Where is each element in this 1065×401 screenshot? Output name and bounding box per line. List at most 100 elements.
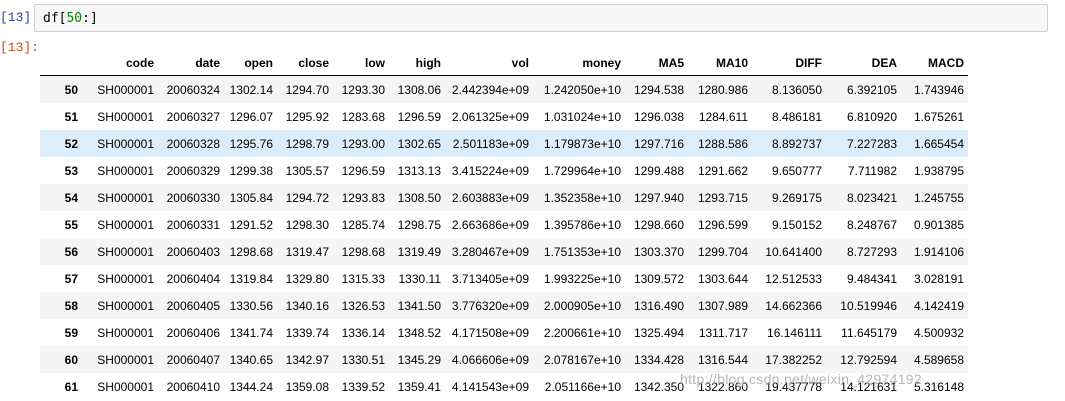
- table-cell: 1298.75: [397, 217, 441, 232]
- index-header: [40, 50, 88, 76]
- column-header: high: [389, 50, 445, 76]
- table-cell: 1.352358e+10: [543, 190, 621, 205]
- table-cell: SH000001: [97, 244, 154, 259]
- table-cell: 1325.494: [633, 325, 684, 340]
- row-index: 61: [64, 379, 78, 394]
- table-cell: 1.914106: [913, 244, 964, 259]
- table-cell: 2.000905e+10: [543, 298, 621, 313]
- table-cell: 1.751353e+10: [543, 244, 621, 259]
- table-row: 50 SH000001 20060324 1302.14 1294.70 1293.30 1…: [40, 75, 968, 103]
- table-cell: 1.031024e+10: [543, 109, 621, 124]
- table-cell: 1336.14: [341, 325, 385, 340]
- table-cell: 1305.57: [285, 163, 329, 178]
- table-cell: 4.142419: [913, 298, 964, 313]
- table-row: 52 SH000001 20060328 1295.76 1298.79 1293.00 1…: [40, 130, 968, 157]
- table-cell: SH000001: [97, 379, 154, 394]
- table-cell: 20060410: [166, 379, 220, 394]
- column-header: MACD: [901, 50, 968, 76]
- row-index: 56: [64, 244, 78, 259]
- table-cell: 2.200661e+10: [543, 325, 621, 340]
- table-cell: 1296.038: [633, 109, 684, 124]
- code-input-area[interactable]: df[50:]: [34, 4, 1048, 32]
- table-cell: 1.179873e+10: [543, 136, 621, 151]
- table-cell: 1283.68: [341, 109, 385, 124]
- table-cell: SH000001: [97, 217, 154, 232]
- table-row: 57 SH000001 20060404 1319.84 1329.80 1315.33 1…: [40, 265, 968, 292]
- table-cell: 1299.704: [697, 244, 748, 259]
- table-body: 50 SH000001 20060324 1302.14 1294.70 1293.30 1…: [40, 75, 968, 401]
- table-cell: 1319.49: [397, 244, 441, 259]
- table-cell: 1293.30: [341, 82, 385, 97]
- table-cell: 1302.65: [397, 136, 441, 151]
- column-header: DEA: [826, 50, 901, 76]
- table-cell: 1294.70: [285, 82, 329, 97]
- table-cell: 1293.83: [341, 190, 385, 205]
- table-cell: 1298.30: [285, 217, 329, 232]
- table-cell: 1308.50: [397, 190, 441, 205]
- table-row: 58 SH000001 20060405 1330.56 1340.16 1326.53 1…: [40, 292, 968, 319]
- table-cell: 1.245755: [913, 190, 964, 205]
- table-cell: 20060403: [166, 244, 220, 259]
- table-cell: 1296.599: [697, 217, 748, 232]
- dataframe-output: code date open close low high vol money …: [40, 50, 968, 400]
- row-index: 55: [64, 217, 78, 232]
- table-cell: 1340.16: [285, 298, 329, 313]
- table-cell: 1303.370: [633, 244, 684, 259]
- table-cell: 1302.14: [229, 82, 273, 97]
- table-cell: 1342.97: [285, 352, 329, 367]
- table-cell: 6.810920: [846, 109, 897, 124]
- table-cell: 2.051166e+10: [544, 379, 621, 394]
- table-cell: 1359.08: [285, 379, 329, 394]
- table-cell: 1299.38: [229, 163, 273, 178]
- table-cell: 1295.76: [229, 136, 273, 151]
- code-suffix: :]: [82, 11, 98, 26]
- table-cell: 12.792594: [840, 352, 897, 367]
- output-prompt: [13]:: [0, 40, 40, 55]
- table-cell: 1291.662: [697, 163, 748, 178]
- table-cell: 1344.24: [229, 379, 273, 394]
- table-cell: 1330.56: [229, 298, 273, 313]
- table-cell: SH000001: [97, 82, 154, 97]
- table-header: code date open close low high vol money …: [40, 50, 968, 76]
- table-cell: SH000001: [97, 271, 154, 286]
- table-cell: 16.146111: [767, 325, 822, 340]
- code-text[interactable]: df[50:]: [43, 11, 98, 26]
- table-row: 56 SH000001 20060403 1298.68 1319.47 1298.68 1…: [40, 238, 968, 265]
- table-cell: 17.382252: [765, 352, 822, 367]
- table-cell: 1.665454: [913, 136, 964, 151]
- table-cell: 8.023421: [846, 190, 897, 205]
- table-cell: 7.227283: [846, 136, 897, 151]
- table-cell: 1294.72: [285, 190, 329, 205]
- table-cell: 1284.611: [698, 109, 748, 124]
- table-cell: 1316.490: [633, 298, 684, 313]
- table-cell: 1309.572: [633, 271, 684, 286]
- table-cell: 1.729964e+10: [543, 163, 621, 178]
- table-cell: 11.645179: [841, 325, 897, 340]
- table-cell: SH000001: [97, 190, 154, 205]
- column-header: money: [533, 50, 625, 76]
- table-cell: 20060404: [166, 271, 220, 286]
- row-index: 57: [64, 271, 78, 286]
- table-cell: 1296.59: [341, 163, 385, 178]
- table-cell: 20060406: [166, 325, 220, 340]
- table-row: 55 SH000001 20060331 1291.52 1298.30 1285.74 1…: [40, 211, 968, 238]
- table-cell: 4.500932: [913, 325, 964, 340]
- table-cell: 20060330: [166, 190, 220, 205]
- table-cell: SH000001: [97, 109, 154, 124]
- table-cell: 1348.52: [397, 325, 441, 340]
- table-cell: 8.136050: [771, 82, 822, 97]
- table-cell: 20060328: [166, 136, 220, 151]
- table-cell: 1.242050e+10: [543, 82, 621, 97]
- table-cell: 12.512533: [765, 271, 822, 286]
- table-cell: 3.415224e+09: [451, 163, 529, 178]
- table-cell: 10.641400: [765, 244, 822, 259]
- row-index: 59: [64, 325, 78, 340]
- header-row: code date open close low high vol money …: [40, 50, 968, 76]
- table-cell: 2.442394e+09: [451, 82, 529, 97]
- table-cell: 9.150152: [771, 217, 822, 232]
- table-cell: SH000001: [97, 325, 154, 340]
- table-cell: 1305.84: [229, 190, 273, 205]
- column-header: code: [88, 50, 158, 76]
- table-cell: 1339.74: [285, 325, 329, 340]
- code-number: 50: [66, 11, 83, 26]
